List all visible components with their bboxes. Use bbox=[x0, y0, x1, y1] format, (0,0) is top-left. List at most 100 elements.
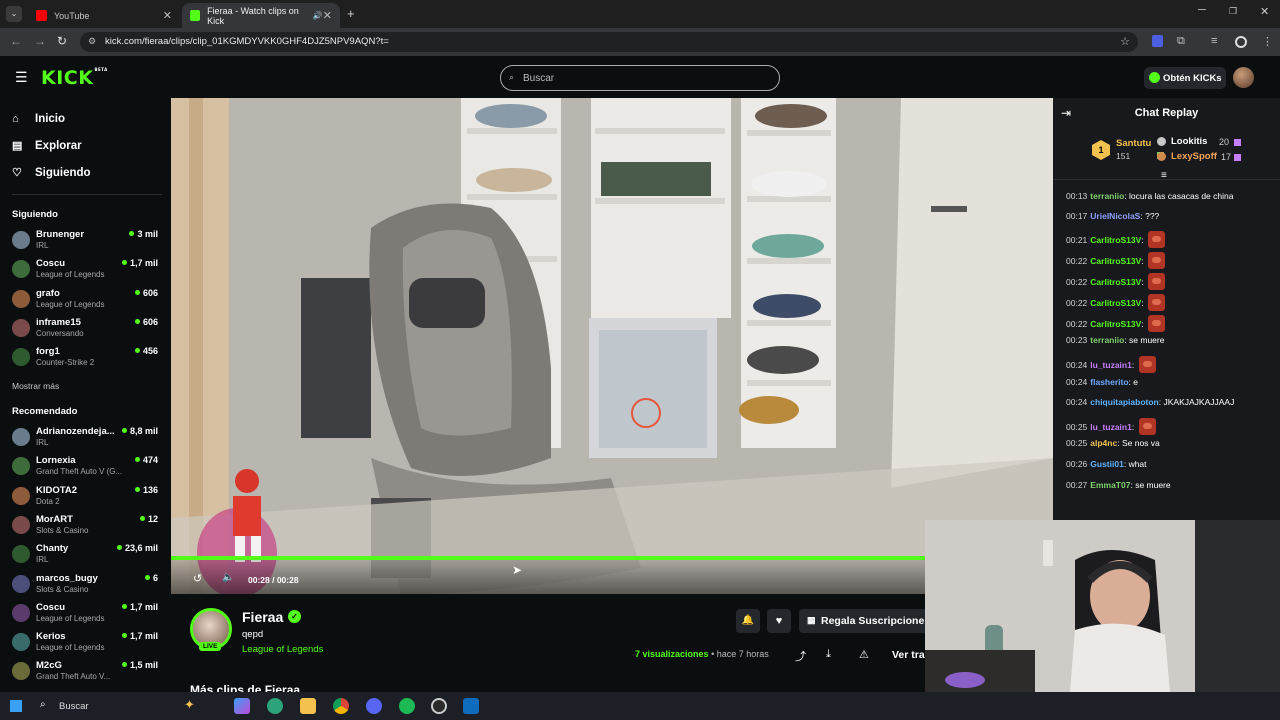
kick-logo[interactable]: KICKBETA bbox=[41, 67, 108, 89]
obs-app-icon[interactable] bbox=[431, 698, 447, 714]
show-more-link[interactable]: Mostrar más bbox=[12, 381, 59, 391]
category-link[interactable]: League of Legends bbox=[242, 644, 323, 655]
chat-message: 00:26 Gustii01: what bbox=[1066, 459, 1147, 469]
share-icon[interactable]: ⤴ bbox=[795, 648, 806, 664]
close-icon[interactable]: ✕ bbox=[163, 9, 172, 22]
chrome-app-icon[interactable] bbox=[333, 698, 349, 714]
message-user[interactable]: lu_tuzain1 bbox=[1090, 360, 1132, 370]
edge-app-icon[interactable] bbox=[267, 698, 283, 714]
minimize-icon[interactable]: ─ bbox=[1198, 4, 1206, 16]
message-user[interactable]: chiquitapiaboton bbox=[1090, 397, 1158, 407]
windows-start-icon[interactable] bbox=[10, 700, 22, 712]
webcam-overlay bbox=[925, 520, 1280, 692]
channel-name: M2cG bbox=[36, 660, 62, 672]
search-input[interactable]: ⌕ Buscar bbox=[500, 65, 780, 91]
viewer-count: 606 bbox=[135, 288, 158, 298]
user-avatar[interactable] bbox=[1233, 67, 1254, 88]
sidebar-channel[interactable]: marcos_bugy Slots & Casino 6 bbox=[12, 573, 162, 601]
third-gifter-count: 17 bbox=[1221, 152, 1232, 162]
top-gifter-name: Santutu bbox=[1116, 138, 1152, 149]
message-user[interactable]: CarlitroS13V bbox=[1090, 319, 1141, 329]
message-user[interactable]: lu_tuzain1 bbox=[1090, 422, 1132, 432]
hamburger-menu-icon[interactable]: ☰ bbox=[15, 69, 28, 86]
extensions-puzzle-icon[interactable]: ⧉ bbox=[1177, 35, 1185, 48]
browser-menu-icon[interactable]: ⋮ bbox=[1262, 35, 1273, 48]
message-colon: : bbox=[1131, 422, 1137, 432]
bell-icon: 🔔 bbox=[741, 615, 755, 626]
bookmark-star-icon[interactable]: ☆ bbox=[1120, 35, 1130, 48]
channel-name[interactable]: Fieraa bbox=[242, 609, 283, 625]
sidebar-channel[interactable]: Kerios League of Legends 1,7 mil bbox=[12, 631, 162, 659]
message-user[interactable]: CarlitroS13V bbox=[1090, 235, 1141, 245]
spotify-app-icon[interactable] bbox=[399, 698, 415, 714]
message-user[interactable]: terraniio bbox=[1090, 191, 1124, 201]
media-control-icon[interactable]: ≡ bbox=[1211, 35, 1217, 47]
channel-category: League of Legends bbox=[36, 270, 105, 280]
nav-following[interactable]: ♡ Siguiendo bbox=[12, 166, 91, 180]
home-icon: ⌂ bbox=[12, 113, 19, 125]
sidebar-channel[interactable]: Coscu League of Legends 1,7 mil bbox=[12, 602, 162, 630]
channel-avatar bbox=[12, 348, 30, 367]
report-icon[interactable]: ⚠ bbox=[859, 648, 869, 661]
nav-explore[interactable]: ▤ Explorar bbox=[12, 139, 82, 153]
viewer-count: 606 bbox=[135, 317, 158, 327]
message-user[interactable]: Gustii01 bbox=[1090, 459, 1124, 469]
discord-app-icon[interactable] bbox=[366, 698, 382, 714]
reload-icon[interactable]: ↻ bbox=[57, 34, 67, 48]
video-player[interactable] bbox=[171, 98, 1053, 594]
restore-icon[interactable]: ❐ bbox=[1229, 6, 1237, 17]
sidebar-channel[interactable]: grafo League of Legends 606 bbox=[12, 288, 162, 316]
sidebar-channel[interactable]: Brunenger IRL 3 mil bbox=[12, 229, 162, 257]
file-explorer-icon[interactable] bbox=[300, 698, 316, 714]
sidebar-channel[interactable]: inframe15 Conversando 606 bbox=[12, 317, 162, 345]
channel-category: IRL bbox=[36, 241, 49, 250]
sidebar-channel[interactable]: Coscu League of Legends 1,7 mil bbox=[12, 258, 162, 286]
message-text: Se nos va bbox=[1121, 438, 1160, 448]
close-window-icon[interactable]: ✕ bbox=[1260, 5, 1269, 18]
sidebar-channel[interactable]: Chanty IRL 23,6 mil bbox=[12, 543, 162, 571]
url-field[interactable]: ⚙ kick.com/fieraa/clips/clip_01KGMDYVKK0… bbox=[80, 32, 1138, 52]
taskbar-search[interactable]: ⌕ Buscar ✦ bbox=[32, 696, 212, 716]
message-user[interactable]: flasherito bbox=[1090, 377, 1128, 387]
speaker-icon[interactable]: 🔊 bbox=[313, 11, 323, 20]
replay-icon[interactable]: ↺ bbox=[193, 572, 202, 585]
tab-kick[interactable]: Fieraa - Watch clips on Kick 🔊 ✕ bbox=[182, 3, 340, 28]
new-tab-icon[interactable]: + bbox=[347, 6, 355, 21]
volume-muted-icon[interactable]: 🔈 bbox=[222, 572, 234, 583]
vpn-extension-icon[interactable] bbox=[1152, 35, 1163, 47]
close-icon[interactable]: ✕ bbox=[323, 9, 332, 22]
message-user[interactable]: CarlitroS13V bbox=[1090, 256, 1141, 266]
tab-list-chevron-icon[interactable]: ⌄ bbox=[6, 6, 22, 22]
message-user[interactable]: CarlitroS13V bbox=[1090, 298, 1141, 308]
get-kicks-button[interactable]: Obtén KICKs bbox=[1144, 67, 1226, 89]
outlook-app-icon[interactable] bbox=[463, 698, 479, 714]
forward-icon[interactable]: → bbox=[34, 34, 46, 48]
profile-icon[interactable] bbox=[1235, 36, 1247, 48]
back-icon[interactable]: ← bbox=[10, 34, 22, 48]
notify-button[interactable]: 🔔 bbox=[736, 609, 760, 633]
follow-button[interactable]: ♥ bbox=[767, 609, 791, 633]
sidebar-channel[interactable]: KIDOTA2 Dota 2 136 bbox=[12, 485, 162, 513]
sidebar-channel[interactable]: M2cG Grand Theft Auto V... 1,5 mil bbox=[12, 660, 162, 688]
site-info-icon[interactable]: ⚙ bbox=[88, 36, 96, 47]
message-user[interactable]: EmmaT07 bbox=[1090, 480, 1130, 490]
message-user[interactable]: terraniio bbox=[1090, 335, 1124, 345]
copilot-app-icon[interactable] bbox=[234, 698, 250, 714]
message-user[interactable]: alp4nc bbox=[1090, 438, 1117, 448]
emote-icon bbox=[1148, 315, 1166, 332]
sidebar-channel[interactable]: forg1 Counter-Strike 2 456 bbox=[12, 346, 162, 374]
channel-avatar bbox=[12, 662, 30, 681]
expand-leaderboard-icon[interactable]: ≡ bbox=[1161, 170, 1167, 181]
gift-subs-button[interactable]: ▦ Regala Suscripcione bbox=[799, 609, 925, 633]
message-user[interactable]: CarlitroS13V bbox=[1090, 277, 1141, 287]
nav-home[interactable]: ⌂ Inicio bbox=[12, 113, 65, 125]
gem-icon bbox=[1234, 139, 1241, 146]
tab-youtube[interactable]: YouTube ✕ bbox=[28, 3, 180, 28]
sidebar-channel[interactable]: Lornexia Grand Theft Auto V (G... 474 bbox=[12, 455, 162, 483]
nav-label: Siguiendo bbox=[35, 166, 91, 179]
sidebar-channel[interactable]: MorART Slots & Casino 12 bbox=[12, 514, 162, 542]
message-user[interactable]: UrielNicolaS bbox=[1090, 211, 1140, 221]
download-icon[interactable]: ⤓ bbox=[826, 648, 831, 661]
sidebar-channel[interactable]: Adrianozendeja... IRL 8,8 mil bbox=[12, 426, 162, 454]
watch-full-button[interactable]: Ver tra bbox=[892, 649, 925, 661]
